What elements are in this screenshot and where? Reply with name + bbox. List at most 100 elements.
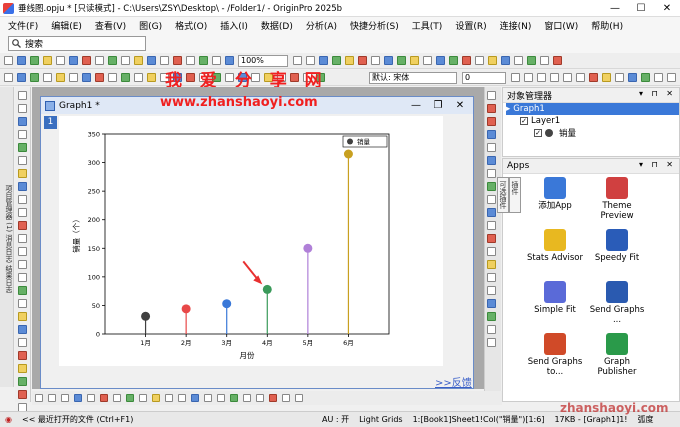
plot-area-icon[interactable] [113, 394, 121, 402]
template-icon[interactable] [69, 56, 78, 65]
refresh-icon[interactable] [186, 56, 195, 65]
xy-scale-icon[interactable] [486, 221, 496, 230]
flip-icon[interactable] [95, 73, 104, 82]
layer-icon[interactable] [358, 56, 367, 65]
plot-stat-icon[interactable] [152, 394, 160, 402]
polygon-tool-icon[interactable] [18, 286, 27, 295]
front-icon[interactable] [56, 73, 65, 82]
plot-line-icon[interactable] [35, 394, 43, 402]
merge-icon[interactable] [121, 73, 130, 82]
line-color-icon[interactable] [628, 73, 637, 82]
plot-stock-icon[interactable] [191, 394, 199, 402]
function-icon[interactable] [121, 56, 130, 65]
recent-files-icon[interactable]: ◉ [0, 415, 17, 424]
rotate-icon[interactable] [82, 73, 91, 82]
plot-multi-icon[interactable] [204, 394, 212, 402]
app-send-graphs-word[interactable]: Send Graphs ... [587, 281, 647, 331]
add-top-axis-icon[interactable] [486, 117, 496, 126]
plot-checkbox[interactable]: ✓ [534, 129, 542, 137]
merge-layers-icon[interactable] [486, 325, 496, 334]
draw-data-icon[interactable] [18, 195, 27, 204]
layer-checkbox[interactable]: ✓ [520, 117, 528, 125]
tab-plugins[interactable]: 插件 [509, 177, 521, 213]
status-au[interactable]: AU : 开 [317, 414, 354, 425]
menu-graph[interactable]: 图(G) [139, 19, 162, 32]
minimize-button[interactable]: — [602, 0, 628, 17]
insert-graph-icon[interactable] [18, 325, 27, 334]
pointer-tool-icon[interactable] [18, 91, 27, 100]
curved-arrow-icon[interactable] [18, 234, 27, 243]
color-bar-icon[interactable] [18, 390, 27, 399]
tree-item-plot[interactable]: ✓ 销量 [506, 127, 679, 139]
arrow-tool-icon[interactable] [18, 221, 27, 230]
layout-icon[interactable] [147, 56, 156, 65]
data-reader-icon[interactable] [18, 143, 27, 152]
graph-page[interactable]: 0 50 100 150 200 250 300 350 1月 2月 3月 4月 5月 6月 月份 销量（个）… [59, 116, 443, 366]
tree-item-graph[interactable]: ▸ Graph1 [506, 103, 679, 115]
screen-reader-icon[interactable] [18, 130, 27, 139]
plot-radar-icon[interactable] [282, 394, 290, 402]
graph-window[interactable]: Graph1 * — ❐ ✕ 1 0 50 100 150 200 250 300 350 1月… [40, 96, 474, 389]
legend-add-icon[interactable] [486, 195, 496, 204]
circle-tool-icon[interactable] [18, 273, 27, 282]
menu-data[interactable]: 数据(D) [261, 19, 293, 32]
layer-number-badge[interactable]: 1 [44, 116, 57, 129]
font-select[interactable]: 默认: 宋体 [369, 71, 457, 84]
export-icon[interactable] [212, 56, 221, 65]
side-tabs[interactable]: 项目管理器 (1) 消息日志 结果日志 [0, 87, 14, 387]
plot-polar-icon[interactable] [165, 394, 173, 402]
image-icon[interactable] [501, 56, 510, 65]
graph-props-icon[interactable] [147, 73, 156, 82]
swap-axes-icon[interactable] [486, 286, 496, 295]
plot-pie-icon[interactable] [100, 394, 108, 402]
fill-color-icon[interactable] [602, 73, 611, 82]
search-input[interactable]: 搜索 [8, 36, 146, 51]
tree-item-layer[interactable]: ✓ Layer1 [506, 115, 679, 127]
linked-layer-icon[interactable] [486, 130, 496, 139]
color-scale-add-icon[interactable] [486, 208, 496, 217]
script-icon[interactable] [397, 56, 406, 65]
close-button[interactable]: ✕ [654, 0, 680, 17]
font-color-icon[interactable] [589, 73, 598, 82]
pointer-icon[interactable] [4, 73, 13, 82]
greek-icon[interactable] [576, 73, 585, 82]
region-icon[interactable] [18, 169, 27, 178]
fit-icon[interactable] [475, 56, 484, 65]
layer-manage-icon[interactable] [108, 73, 117, 82]
code-builder-icon[interactable] [225, 56, 234, 65]
line-tool-icon[interactable] [18, 247, 27, 256]
app-add-app[interactable]: 添加App [525, 177, 585, 227]
new-workbook-icon[interactable] [17, 56, 26, 65]
recalc-icon[interactable] [95, 56, 104, 65]
menu-help[interactable]: 帮助(H) [591, 19, 623, 32]
batch-icon[interactable] [527, 56, 536, 65]
app-stats-advisor[interactable]: Stats Advisor [525, 229, 585, 279]
back-icon[interactable] [69, 73, 78, 82]
stats-icon[interactable] [462, 56, 471, 65]
plot-heatmap-icon[interactable] [256, 394, 264, 402]
zoom-out-icon[interactable] [306, 56, 315, 65]
more-tools-icon[interactable] [553, 56, 562, 65]
plot-ternary-icon[interactable] [178, 394, 186, 402]
align-icon[interactable] [43, 73, 52, 82]
timestamp-icon[interactable] [486, 182, 496, 191]
signal-icon[interactable] [488, 56, 497, 65]
menu-quick-analysis[interactable]: 快捷分析(S) [350, 19, 399, 32]
lollipop-chart[interactable]: 0 50 100 150 200 250 300 350 1月 2月 3月 4月 5月 6月月份 销量（个）… [59, 116, 443, 366]
menu-window[interactable]: 窗口(W) [544, 19, 578, 32]
data-selector-icon[interactable] [18, 156, 27, 165]
apps-panel-controls[interactable]: ▾ ⊓ ✕ [639, 160, 676, 169]
peak-icon[interactable] [514, 56, 523, 65]
graph-close-button[interactable]: ✕ [449, 97, 471, 114]
scale-bar-icon[interactable] [18, 364, 27, 373]
date-icon[interactable] [486, 247, 496, 256]
graph-maximize-button[interactable]: ❐ [427, 97, 449, 114]
table-add-icon[interactable] [486, 234, 496, 243]
extract-icon[interactable] [134, 73, 143, 82]
app-simple-fit[interactable]: Simple Fit [525, 281, 585, 331]
app-graph-publisher[interactable]: Graph Publisher [587, 333, 647, 383]
plot-column-icon[interactable] [74, 394, 82, 402]
color-scale-icon[interactable] [18, 351, 27, 360]
duplicate-icon[interactable] [199, 56, 208, 65]
border-icon[interactable] [615, 73, 624, 82]
